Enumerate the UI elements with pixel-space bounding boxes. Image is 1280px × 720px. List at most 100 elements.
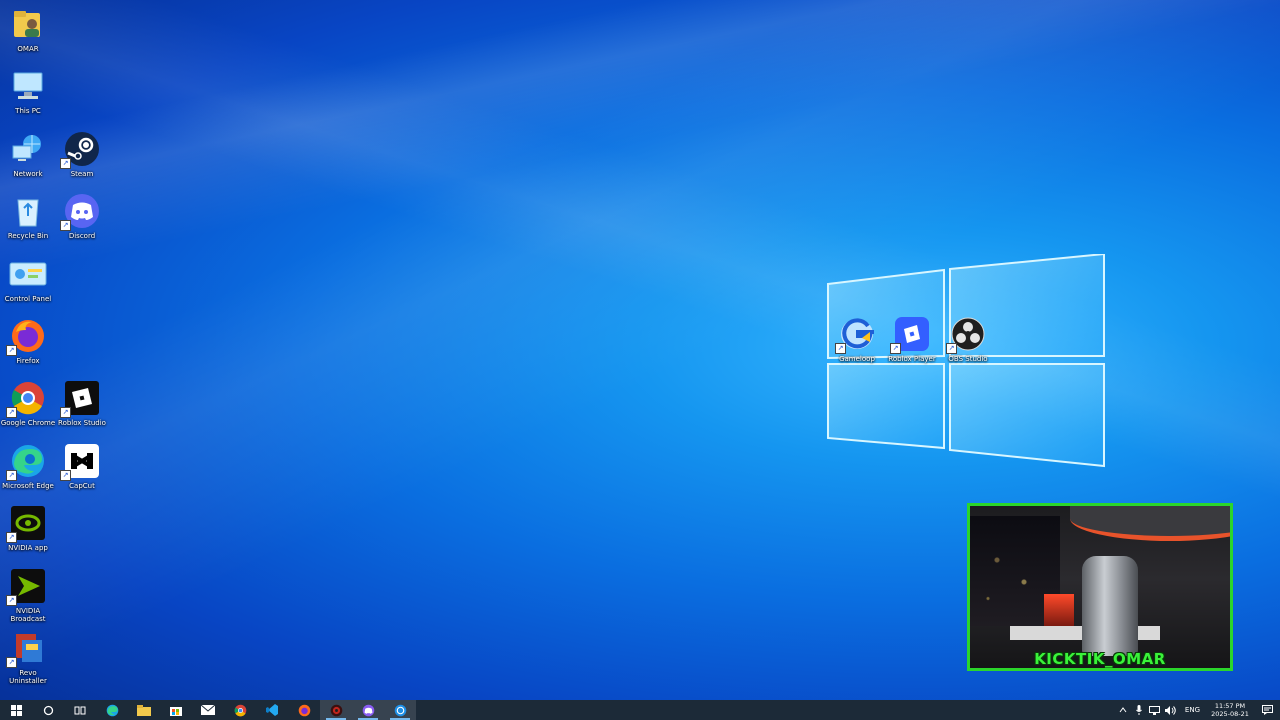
- desktop-icon-label: Gameloop: [839, 355, 875, 363]
- desktop-icon-label: CapCut: [69, 482, 95, 490]
- steam-icon: ↗: [60, 129, 104, 169]
- desktop-icon-label: Recycle Bin: [7, 232, 49, 240]
- desktop-icon-label: Roblox Studio: [58, 419, 106, 427]
- shortcut-arrow-icon: ↗: [6, 345, 17, 356]
- desktop-icon-roblox-studio[interactable]: ↗ Roblox Studio: [54, 378, 110, 427]
- clock-time: 11:57 PM: [1214, 702, 1246, 710]
- control-panel-icon: [6, 254, 50, 294]
- microphone-button[interactable]: [1131, 700, 1147, 720]
- gameloop-taskbar-button[interactable]: [384, 700, 416, 720]
- show-hidden-icons-button[interactable]: [1115, 700, 1131, 720]
- nvidia-broadcast-icon: ↗: [6, 566, 50, 606]
- task-view-icon: [74, 706, 86, 714]
- desktop-icon-label: Microsoft Edge: [2, 482, 54, 490]
- shortcut-arrow-icon: ↗: [835, 343, 846, 354]
- desktop-icon-control-panel[interactable]: Control Panel: [0, 254, 56, 303]
- discord-icon: [362, 704, 374, 716]
- folder-icon: [137, 704, 151, 716]
- recycle-bin-icon: [6, 191, 50, 231]
- desktop-icon-revo-uninstaller[interactable]: ↗ Revo Uninstaller: [0, 628, 56, 685]
- shortcut-arrow-icon: ↗: [946, 343, 957, 354]
- chrome-icon: ↗: [6, 378, 50, 418]
- shortcut-arrow-icon: ↗: [6, 407, 17, 418]
- desktop-icon-label: This PC: [15, 107, 41, 115]
- taskbar: ENG 11:57 PM 2025-08-21: [0, 700, 1280, 720]
- webcam-gaming-chair: [1082, 556, 1138, 656]
- obs-icon: ↗: [946, 314, 990, 354]
- webcam-overlay: KICKTIK_OMAR: [967, 503, 1233, 671]
- desktop-icon-network[interactable]: Network: [0, 129, 56, 178]
- edge-icon: [106, 704, 118, 716]
- mail-envelope-icon: [201, 705, 215, 715]
- desktop-icon-omar[interactable]: OMAR: [0, 4, 56, 53]
- shortcut-arrow-icon: ↗: [6, 595, 17, 606]
- desktop-icon-label: OMAR: [17, 45, 39, 53]
- edge-taskbar-button[interactable]: [96, 700, 128, 720]
- obs-icon: [330, 704, 342, 716]
- shortcut-arrow-icon: ↗: [60, 407, 71, 418]
- system-tray: ENG 11:57 PM 2025-08-21: [1115, 700, 1280, 720]
- start-button[interactable]: [0, 700, 32, 720]
- shortcut-arrow-icon: ↗: [6, 470, 17, 481]
- obs-taskbar-button[interactable]: [320, 700, 352, 720]
- speaker-icon: [1165, 705, 1177, 715]
- search-button[interactable]: [32, 700, 64, 720]
- chrome-taskbar-button[interactable]: [224, 700, 256, 720]
- desktop-icon-label: OBS Studio: [948, 355, 988, 363]
- chevron-up-icon: [1119, 707, 1127, 713]
- desktop-icon-google-chrome[interactable]: ↗ Google Chrome: [0, 378, 56, 427]
- file-explorer-taskbar-button[interactable]: [128, 700, 160, 720]
- notification-center-button[interactable]: [1254, 700, 1280, 720]
- vscode-taskbar-button[interactable]: [256, 700, 288, 720]
- shortcut-arrow-icon: ↗: [6, 532, 17, 543]
- language-indicator[interactable]: ENG: [1179, 706, 1206, 714]
- chrome-icon: [234, 704, 246, 716]
- firefox-icon: [298, 704, 310, 716]
- firefox-taskbar-button[interactable]: [288, 700, 320, 720]
- desktop-icon-capcut[interactable]: ↗ CapCut: [54, 441, 110, 490]
- gameloop-icon: ↗: [835, 314, 879, 354]
- desktop-icon-roblox-player[interactable]: ↗ Roblox Player: [884, 314, 940, 363]
- desktop-icon-label: Revo Uninstaller: [9, 669, 47, 685]
- mail-taskbar-button[interactable]: [192, 700, 224, 720]
- desktop-icon-this-pc[interactable]: This PC: [0, 66, 56, 115]
- firefox-icon: ↗: [6, 316, 50, 356]
- network-icon: [6, 129, 50, 169]
- gameloop-icon: [394, 704, 406, 716]
- desktop-icon-label: Network: [13, 170, 43, 178]
- desktop-icon-gameloop[interactable]: ↗ Gameloop: [829, 314, 885, 363]
- roblox-player-icon: ↗: [890, 314, 934, 354]
- code-editor-icon: [266, 704, 278, 716]
- desktop-icon-steam[interactable]: ↗ Steam: [54, 129, 110, 178]
- network-tray-button[interactable]: [1147, 700, 1163, 720]
- desktop-icon-obs-studio[interactable]: ↗ OBS Studio: [940, 314, 996, 363]
- desktop-icon-label: Firefox: [16, 357, 40, 365]
- task-view-button[interactable]: [64, 700, 96, 720]
- edge-icon: ↗: [6, 441, 50, 481]
- windows-start-icon: [10, 704, 22, 716]
- computer-icon: [6, 66, 50, 106]
- clock[interactable]: 11:57 PM 2025-08-21: [1206, 702, 1254, 718]
- desktop-icon-label: Control Panel: [4, 295, 52, 303]
- desktop-icon-discord[interactable]: ↗ Discord: [54, 191, 110, 240]
- webcam-ceiling-light: [1070, 506, 1230, 541]
- microphone-icon: [1136, 705, 1142, 715]
- webcam-pc-case: [1044, 594, 1074, 626]
- network-monitor-icon: [1149, 705, 1161, 715]
- desktop-icon-nvidia-app[interactable]: ↗ NVIDIA app: [0, 503, 56, 552]
- shortcut-arrow-icon: ↗: [6, 657, 17, 668]
- desktop-icon-firefox[interactable]: ↗ Firefox: [0, 316, 56, 365]
- shortcut-arrow-icon: ↗: [60, 220, 71, 231]
- desktop-icon-recycle-bin[interactable]: Recycle Bin: [0, 191, 56, 240]
- discord-taskbar-button[interactable]: [352, 700, 384, 720]
- user-folder-icon: [6, 4, 50, 44]
- desktop-icon-label: NVIDIA app: [8, 544, 48, 552]
- desktop-icon-nvidia-broadcast[interactable]: ↗ NVIDIA Broadcast: [0, 566, 56, 623]
- discord-icon: ↗: [60, 191, 104, 231]
- volume-button[interactable]: [1163, 700, 1179, 720]
- microsoft-store-taskbar-button[interactable]: [160, 700, 192, 720]
- desktop-icon-label: Discord: [68, 232, 96, 240]
- desktop-icon-label: Google Chrome: [0, 419, 56, 427]
- desktop-icon-microsoft-edge[interactable]: ↗ Microsoft Edge: [0, 441, 56, 490]
- shortcut-arrow-icon: ↗: [60, 158, 71, 169]
